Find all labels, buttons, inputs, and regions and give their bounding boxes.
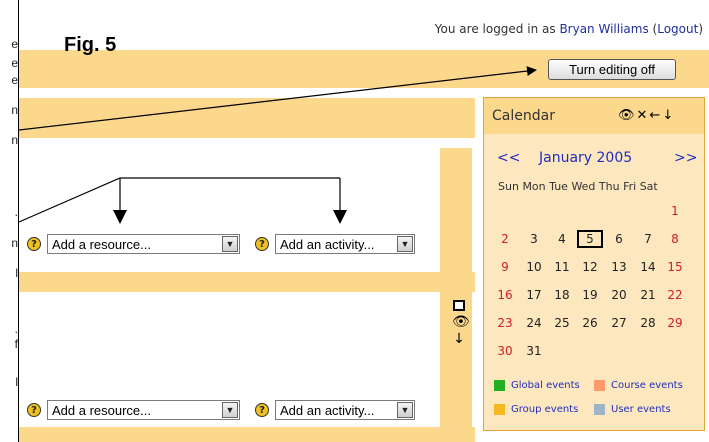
arrow-to-edit-button xyxy=(18,66,537,131)
arrowhead xyxy=(113,210,127,224)
arrowhead xyxy=(333,210,347,224)
arrow-connector xyxy=(18,177,340,223)
annotation-arrows xyxy=(18,66,537,224)
